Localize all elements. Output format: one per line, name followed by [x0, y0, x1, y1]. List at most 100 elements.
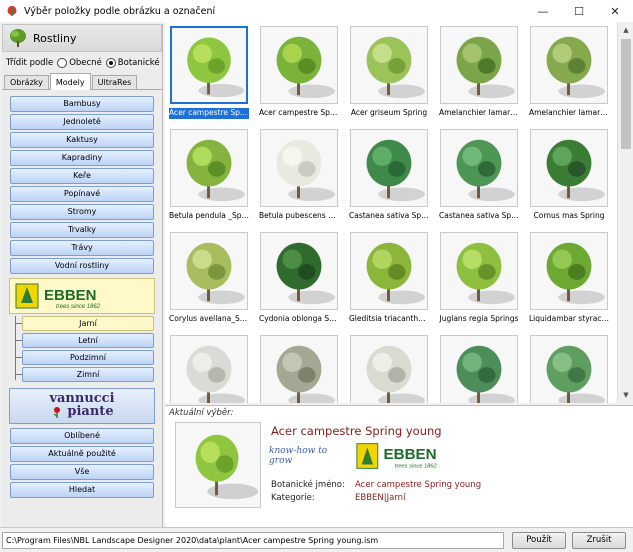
category-button-grasses[interactable]: Trávy — [10, 240, 154, 256]
plant-thumbnail[interactable]: Acer campestre Spring young — [167, 23, 251, 121]
cancel-button[interactable]: Zrušit — [572, 532, 626, 549]
piante-logo-text: piante — [67, 404, 114, 419]
plant-thumbnail[interactable]: Betula pubescens _S... — [257, 126, 341, 224]
botanical-name-row: Botanické jméno: Acer campestre Spring yo… — [271, 480, 481, 490]
scroll-thumb[interactable] — [621, 39, 631, 149]
category-button-ferns[interactable]: Kapradiny — [10, 150, 154, 166]
plant-thumbnail[interactable]: Amelanchier lamarkii ... — [527, 23, 611, 121]
plant-thumbnail[interactable]: Acer griseum Spring — [347, 23, 431, 121]
plant-thumbnail[interactable]: Liquidambar styraciflu... — [527, 229, 611, 327]
subcategory-winter[interactable]: Zimní — [22, 367, 154, 382]
plant-thumbnail-image — [170, 335, 248, 403]
plant-thumbnail-caption: Amelanchier lamarkii ... — [529, 108, 609, 117]
plant-tree-icon — [10, 29, 26, 47]
plant-thumbnail-caption: Betula pubescens _S... — [259, 211, 339, 220]
plant-thumbnail-image — [260, 26, 338, 104]
subcategory-spring[interactable]: Jarní — [22, 316, 154, 331]
category-title: Rostliny — [33, 31, 77, 45]
category-row: Kategorie: EBBEN|Jarní — [271, 493, 405, 503]
category-button-perennials[interactable]: Trvalky — [10, 222, 154, 238]
category-button-bamboo[interactable]: Bambusy — [10, 96, 154, 112]
ebben-logo-tagline: trees since 1862 — [56, 304, 101, 310]
category-button-trees[interactable]: Stromy — [10, 204, 154, 220]
sort-row: Třídit podle Obecné Botanické — [2, 52, 162, 74]
category-button-shrubs[interactable]: Keře — [10, 168, 154, 184]
info-ebben-logo-tagline: trees since 1862 — [395, 463, 438, 469]
apply-button[interactable]: Použít — [512, 532, 566, 549]
plant-thumbnail[interactable] — [347, 332, 431, 403]
current-selection-label: Aktuální výběr: — [169, 408, 234, 418]
plant-thumbnail[interactable] — [437, 332, 521, 403]
category-header[interactable]: Rostliny — [2, 24, 162, 52]
radio-checked-icon — [105, 58, 116, 68]
plant-thumbnail-image — [170, 232, 248, 310]
plant-thumbnail-caption: Cydonia oblonga SP... — [259, 314, 339, 323]
subcategory-autumn[interactable]: Podzimní — [22, 350, 154, 365]
plant-thumbnail[interactable]: Cornus mas Spring — [527, 126, 611, 224]
plant-thumbnail[interactable]: Acer campestre Spring — [257, 23, 341, 121]
plant-thumbnail[interactable] — [257, 332, 341, 403]
selection-name: Acer campestre Spring young — [271, 424, 442, 438]
recently-used-button[interactable]: Aktuálně použité — [10, 446, 154, 462]
tab-images[interactable]: Obrázky — [4, 75, 49, 89]
plant-thumbnail-caption: Betula pendula _Spring — [169, 211, 249, 220]
plant-thumbnail[interactable]: Juglans regia Springs — [437, 229, 521, 327]
maximize-icon[interactable]: ☐ — [561, 0, 597, 22]
brand-slogan: know-how to grow — [269, 446, 328, 466]
category-list: Bambusy Jednoleté Kaktusy Kapradiny Keře… — [2, 90, 162, 274]
search-button[interactable]: Hledat — [10, 482, 154, 498]
plant-thumbnail[interactable]: Gleditsia triacanthos ... — [347, 229, 431, 327]
grid-scrollbar[interactable]: ▲ ▼ — [617, 22, 633, 403]
sort-radio-common[interactable]: Obecné — [57, 58, 102, 68]
tab-ultrares[interactable]: UltraRes — [91, 75, 138, 89]
radio-unchecked-icon — [57, 58, 68, 68]
bottom-list: Oblíbené Aktuálně použité Vše Hledat — [2, 428, 162, 498]
plant-thumbnail[interactable]: Amelanchier lamarkii ... — [437, 23, 521, 121]
category-button-water-plants[interactable]: Vodní rostliny — [10, 258, 154, 274]
app-logo-icon — [7, 6, 17, 16]
favorites-button[interactable]: Oblíbené — [10, 428, 154, 444]
plant-thumbnail-image — [530, 129, 608, 207]
sort-radio-botanical[interactable]: Botanické — [105, 58, 160, 68]
plant-thumbnail-caption: Acer campestre Spring — [259, 108, 339, 117]
plant-thumbnail-caption: Castanea sativa Spring — [349, 211, 429, 220]
plant-thumbnail[interactable]: Betula pendula _Spring — [167, 126, 251, 224]
season-subcategories: Jarní Letní Podzimní Zimní — [2, 316, 162, 382]
plant-thumbnail-image — [260, 335, 338, 403]
botanical-name-value: Acer campestre Spring young — [355, 480, 482, 490]
category-value: EBBEN|Jarní — [355, 493, 406, 503]
plant-thumbnail[interactable]: Corylus avellana_Spri... — [167, 229, 251, 327]
plant-thumbnail-image — [530, 335, 608, 403]
plant-thumbnail-caption: Amelanchier lamarkii ... — [439, 108, 519, 117]
brand-ebben-button[interactable]: EBBEN trees since 1862 — [9, 278, 155, 314]
close-icon[interactable]: ✕ — [597, 0, 633, 22]
plant-thumbnail-image — [350, 335, 428, 403]
plant-thumbnail-image — [170, 129, 248, 207]
plant-thumbnail[interactable]: Cydonia oblonga SP... — [257, 229, 341, 327]
minimize-icon[interactable]: — — [525, 0, 561, 22]
tree-connector — [15, 316, 16, 380]
plant-thumbnail-image — [350, 26, 428, 104]
selection-preview-image — [175, 422, 261, 508]
plant-thumbnail[interactable]: Castanea sativa Spring — [437, 126, 521, 224]
scroll-up-icon[interactable]: ▲ — [618, 22, 633, 38]
ebben-logo-icon: EBBEN trees since 1862 — [15, 283, 101, 310]
scroll-down-icon[interactable]: ▼ — [618, 387, 633, 403]
category-button-annuals[interactable]: Jednoleté — [10, 114, 154, 130]
plant-thumbnail[interactable] — [527, 332, 611, 403]
plant-thumbnail-image — [170, 26, 248, 104]
category-button-cacti[interactable]: Kaktusy — [10, 132, 154, 148]
category-button-climbers[interactable]: Popínavé — [10, 186, 154, 202]
brand-vannucci-button[interactable]: vannucci piante — [9, 388, 155, 424]
all-button[interactable]: Vše — [10, 464, 154, 480]
subcategory-summer[interactable]: Letní — [22, 333, 154, 348]
tab-models[interactable]: Modely — [49, 73, 91, 90]
ebben-logo-text: EBBEN — [44, 287, 97, 304]
plant-thumbnail[interactable]: Castanea sativa Spring — [347, 126, 431, 224]
ebben-logo-icon: EBBEN trees since 1862 — [356, 443, 438, 469]
info-ebben-logo-text: EBBEN — [384, 446, 437, 463]
plant-thumbnail-image — [350, 129, 428, 207]
plant-thumbnail[interactable] — [167, 332, 251, 403]
selection-brand: know-how to grow EBBEN trees since 1862 — [269, 440, 469, 472]
plant-thumbnail-image — [530, 26, 608, 104]
